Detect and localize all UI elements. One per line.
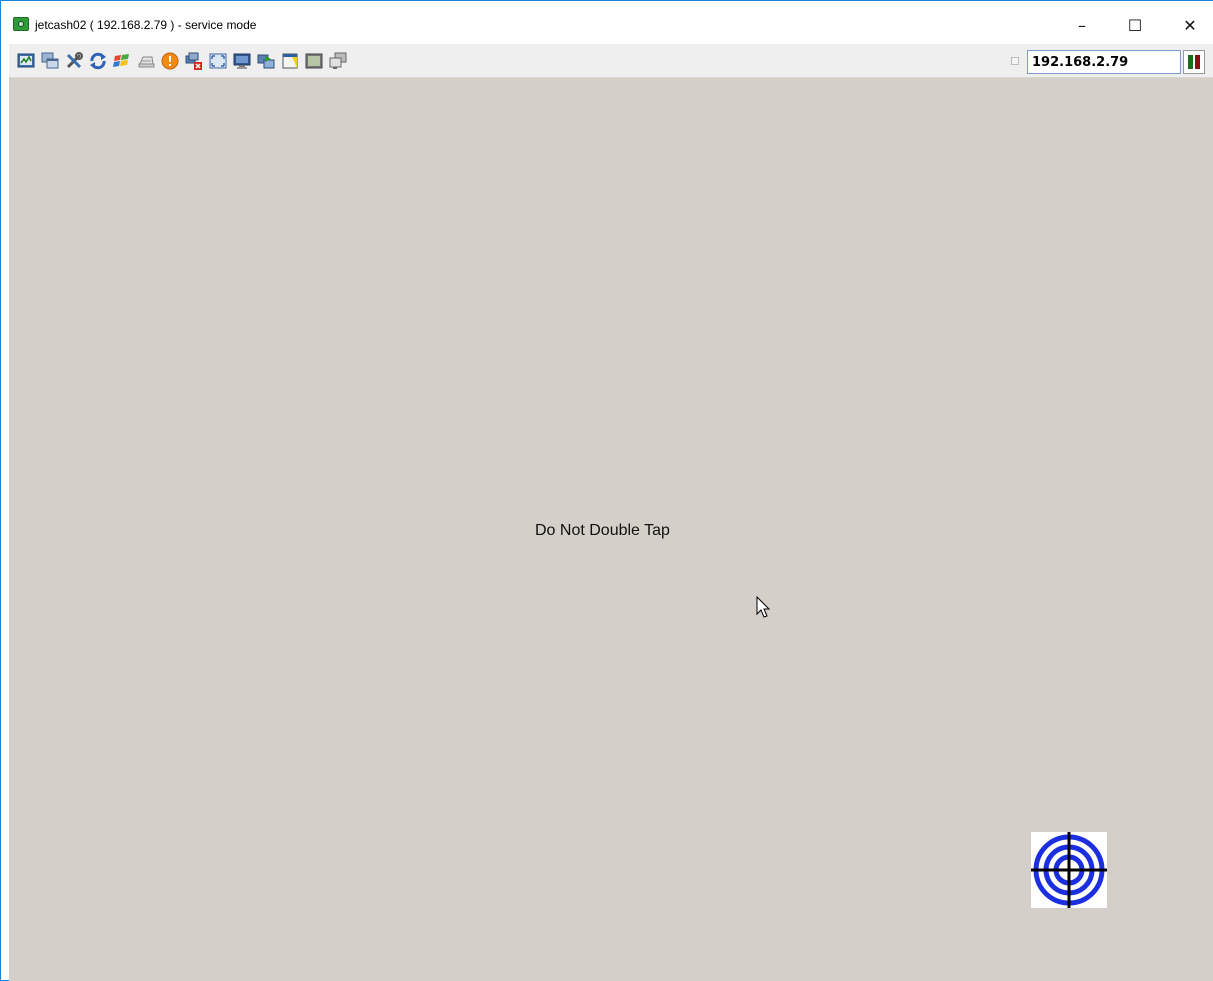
pause-bar-left — [1188, 55, 1193, 69]
crosshair-target-icon[interactable] — [1031, 832, 1107, 908]
monitor-graph-icon[interactable] — [17, 52, 35, 70]
tools-icon[interactable] — [65, 52, 83, 70]
windows-logo-icon[interactable] — [113, 52, 131, 70]
pause-button[interactable] — [1183, 50, 1205, 74]
app-eye-icon — [13, 17, 29, 31]
alert-icon[interactable] — [161, 52, 179, 70]
title-bar[interactable]: jetcash02 ( 192.168.2.79 ) - service mod… — [1, 0, 1213, 44]
host-address-input[interactable] — [1027, 50, 1181, 74]
disconnect-icon[interactable] — [185, 52, 203, 70]
host-select-checkbox[interactable] — [1011, 57, 1019, 65]
pause-bar-right — [1195, 55, 1200, 69]
transfer-icon[interactable] — [257, 52, 275, 70]
document-icon[interactable] — [281, 52, 299, 70]
double-tap-notice: Do Not Double Tap — [535, 522, 670, 539]
screen-frame-icon[interactable] — [305, 52, 323, 70]
remote-screen[interactable]: Do Not Double Tap — [9, 78, 1213, 981]
minimize-button[interactable]: – — [1059, 7, 1105, 43]
keyboard-icon[interactable] — [137, 52, 155, 70]
fullscreen-icon[interactable] — [209, 52, 227, 70]
maximize-button[interactable]: ☐ — [1112, 7, 1158, 43]
monitor-icon[interactable] — [233, 52, 251, 70]
windows-cascade-icon[interactable] — [41, 52, 59, 70]
window-title: jetcash02 ( 192.168.2.79 ) - service mod… — [35, 18, 257, 32]
toolbar — [9, 44, 1213, 78]
multi-window-icon[interactable] — [329, 52, 347, 70]
remote-viewer-window: jetcash02 ( 192.168.2.79 ) - service mod… — [0, 0, 1213, 981]
close-button[interactable]: ✕ — [1167, 7, 1213, 43]
refresh-icon[interactable] — [89, 52, 107, 70]
mouse-cursor-icon — [756, 596, 771, 618]
